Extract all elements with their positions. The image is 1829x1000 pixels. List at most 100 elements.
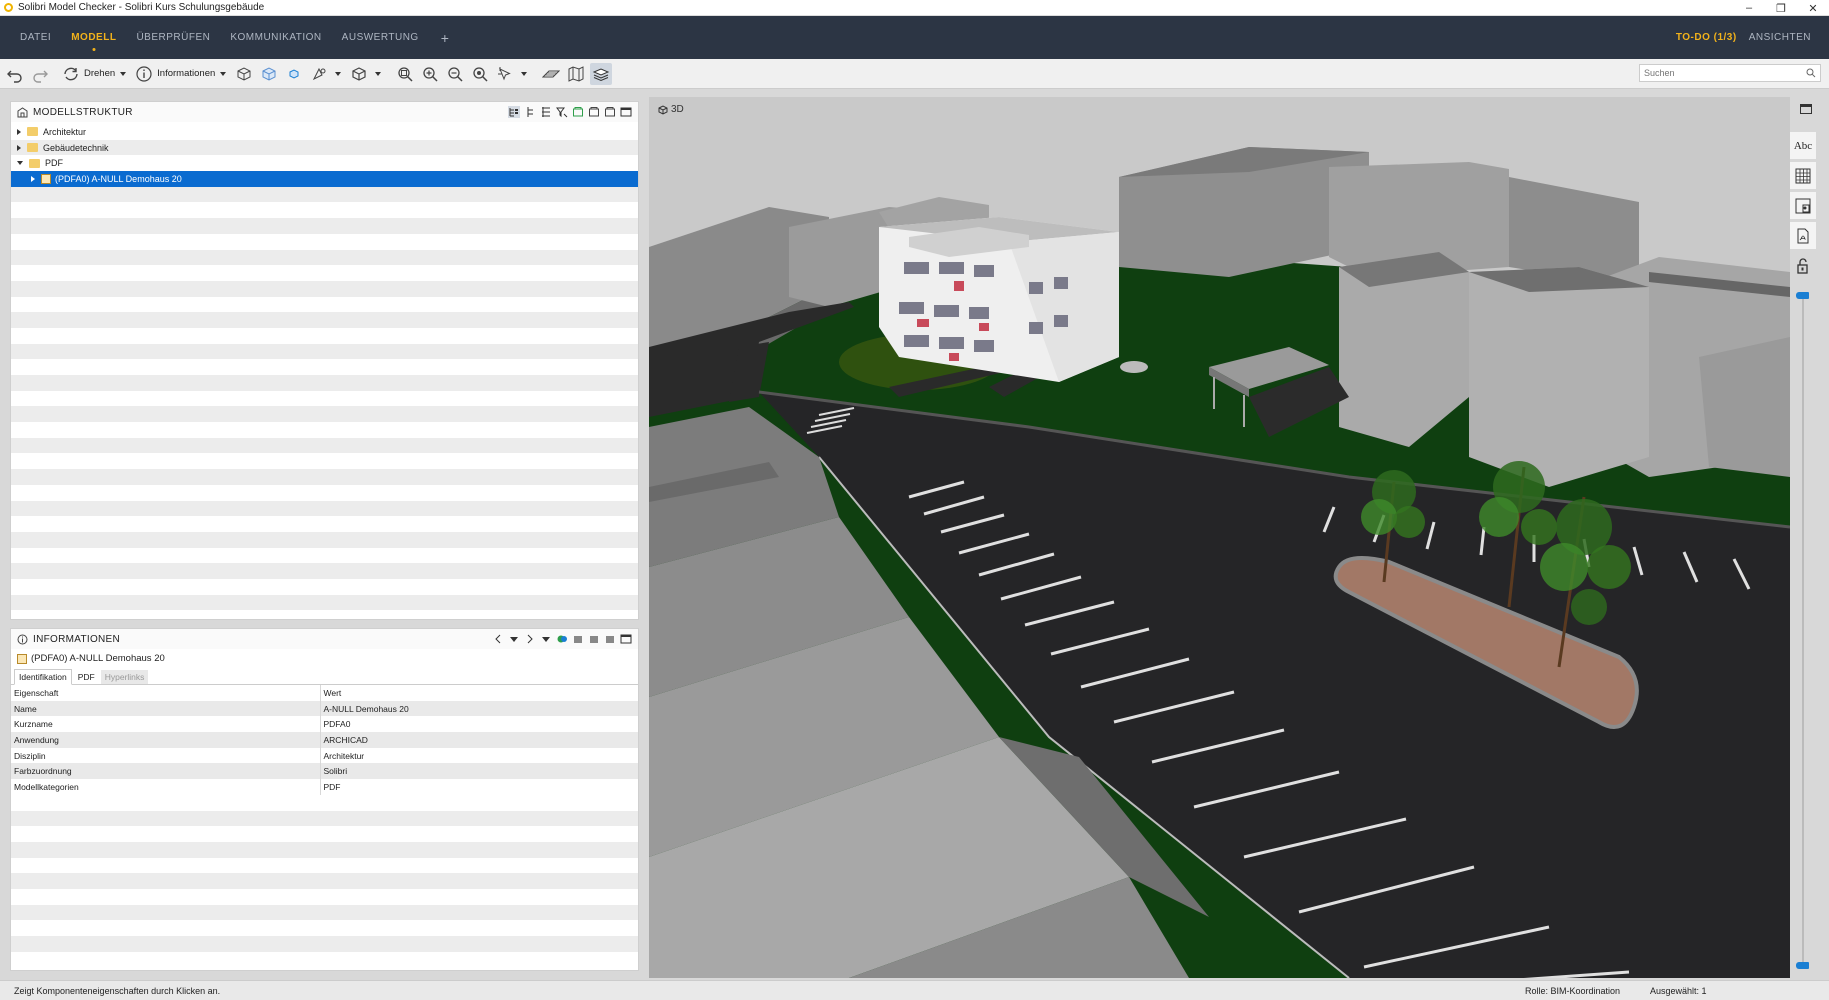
panel-tool-c-icon[interactable] [604, 633, 616, 645]
menu-auswertung[interactable]: AUSWERTUNG [342, 32, 419, 43]
empty-row [11, 888, 638, 905]
hide-all-icon[interactable] [588, 106, 600, 118]
table-row[interactable]: Modellkategorien PDF [11, 779, 638, 795]
info-icon[interactable] [133, 63, 155, 85]
model-structure-panel: MODELLSTRUKTUR Architektur Gebäudetechni… [10, 101, 639, 620]
rotate-label[interactable]: Drehen [84, 68, 115, 79]
undo-icon[interactable] [4, 63, 26, 85]
collapse-icon[interactable] [17, 161, 23, 166]
slider-top-handle[interactable] [1796, 292, 1809, 299]
viewport-side-tools: Abc [1790, 132, 1816, 282]
column-header-eigenschaft[interactable]: Eigenschaft [11, 685, 321, 701]
expand-icon[interactable] [17, 128, 21, 135]
empty-row [11, 594, 638, 611]
todo-button[interactable]: TO-DO (1/3) [1676, 32, 1737, 43]
info-label[interactable]: Informationen [157, 68, 215, 79]
history-dropdown-icon[interactable] [508, 633, 520, 645]
view-dropdown-icon[interactable] [375, 71, 382, 76]
zoom-out-icon[interactable] [444, 63, 466, 85]
color-components-icon[interactable] [308, 63, 330, 85]
table-row[interactable]: Anwendung ARCHICAD [11, 732, 638, 748]
grid-button[interactable] [1790, 162, 1816, 189]
empty-row [11, 343, 638, 360]
menu-modell[interactable]: MODELL [71, 32, 116, 43]
panel-tool-a-icon[interactable] [572, 633, 584, 645]
table-row[interactable]: Kurzname PDFA0 [11, 716, 638, 733]
tab-identifikation[interactable]: Identifikation [14, 669, 72, 685]
maximize-panel-icon[interactable] [620, 106, 632, 118]
menu-datei[interactable]: DATEI [20, 32, 51, 43]
table-row[interactable]: Name A-NULL Demohaus 20 [11, 700, 638, 717]
empty-row [11, 531, 638, 548]
menu-ueberpruefen[interactable]: ÜBERPRÜFEN [136, 32, 210, 43]
zoom-in-icon[interactable] [419, 63, 441, 85]
view-cube-icon[interactable] [348, 63, 370, 85]
tree-view-icon[interactable] [508, 106, 520, 118]
maximize-info-icon[interactable] [620, 633, 632, 645]
panel-tool-b-icon[interactable] [588, 633, 600, 645]
select-dropdown-icon[interactable] [521, 71, 528, 76]
text-labels-button[interactable]: Abc [1790, 132, 1816, 159]
color-dropdown-icon[interactable] [335, 71, 342, 76]
filter-tree-icon[interactable] [556, 106, 568, 118]
tree-item-pdf[interactable]: PDF [11, 155, 638, 172]
transparent-components-icon[interactable] [258, 63, 280, 85]
rotate-icon[interactable] [60, 63, 82, 85]
options-dropdown-icon[interactable] [540, 633, 552, 645]
property-value: PDF [320, 779, 638, 795]
map-icon[interactable] [565, 63, 587, 85]
tree-item-pdfa0-demohaus[interactable]: (PDFA0) A-NULL Demohaus 20 [11, 171, 638, 187]
select-tool-icon[interactable] [494, 63, 516, 85]
search-input[interactable] [1644, 68, 1804, 78]
info-dropdown-icon[interactable] [220, 71, 227, 76]
ansichten-menu[interactable]: ANSICHTEN [1749, 32, 1811, 43]
tab-pdf[interactable]: PDF [74, 670, 99, 684]
info-panel-icon [17, 634, 28, 644]
lock-button[interactable] [1790, 252, 1816, 279]
search-field[interactable] [1639, 64, 1821, 82]
search-icon[interactable] [1806, 68, 1816, 78]
restore-button[interactable]: ❐ [1765, 0, 1797, 16]
maximize-viewport-icon[interactable] [1800, 104, 1812, 114]
3d-scene[interactable] [649, 97, 1790, 978]
show-selected-icon[interactable] [556, 633, 568, 645]
empty-row [11, 233, 638, 250]
next-icon[interactable] [524, 633, 536, 645]
empty-row [11, 841, 638, 858]
hierarchy-icon[interactable] [524, 106, 536, 118]
property-name: Name [11, 700, 321, 717]
show-all-icon[interactable] [572, 106, 584, 118]
zoom-selection-icon[interactable] [469, 63, 491, 85]
slider-bottom-handle[interactable] [1796, 962, 1809, 969]
grouping-icon[interactable] [540, 106, 552, 118]
pdf-overlay-button[interactable] [1790, 222, 1816, 249]
tree-item-gebaeudetechnik[interactable]: Gebäudetechnik [11, 139, 638, 156]
tree-item-architektur[interactable]: Architektur [11, 124, 638, 140]
tab-hyperlinks[interactable]: Hyperlinks [100, 670, 149, 684]
minimize-button[interactable]: – [1733, 0, 1765, 16]
lock-icon [1797, 257, 1808, 274]
3d-viewport[interactable] [649, 97, 1790, 978]
expand-icon[interactable] [17, 144, 21, 151]
zoom-fit-icon[interactable] [394, 63, 416, 85]
previous-icon[interactable] [492, 633, 504, 645]
add-layout-button[interactable]: + [441, 30, 449, 46]
redo-icon[interactable] [29, 63, 51, 85]
table-row[interactable]: Disziplin Architektur [11, 747, 638, 764]
expand-icon[interactable] [31, 175, 35, 182]
rotate-dropdown-icon[interactable] [120, 71, 127, 76]
isolate-components-icon[interactable] [283, 63, 305, 85]
table-row[interactable]: Farbzuordnung Solibri [11, 763, 638, 780]
isolate-all-icon[interactable] [604, 106, 616, 118]
tree-item-label: Gebäudetechnik [43, 142, 109, 153]
model-file-icon [17, 653, 27, 664]
menu-kommunikation[interactable]: KOMMUNIKATION [230, 32, 321, 43]
close-button[interactable]: ✕ [1797, 0, 1829, 16]
layers-icon[interactable] [590, 62, 613, 85]
hide-components-icon[interactable] [233, 63, 255, 85]
column-header-wert[interactable]: Wert [320, 685, 638, 701]
section-plane-icon[interactable] [540, 63, 562, 85]
empty-row [11, 359, 638, 375]
floor-plan-button[interactable] [1790, 192, 1816, 219]
camera-slider-track[interactable] [1802, 298, 1804, 966]
